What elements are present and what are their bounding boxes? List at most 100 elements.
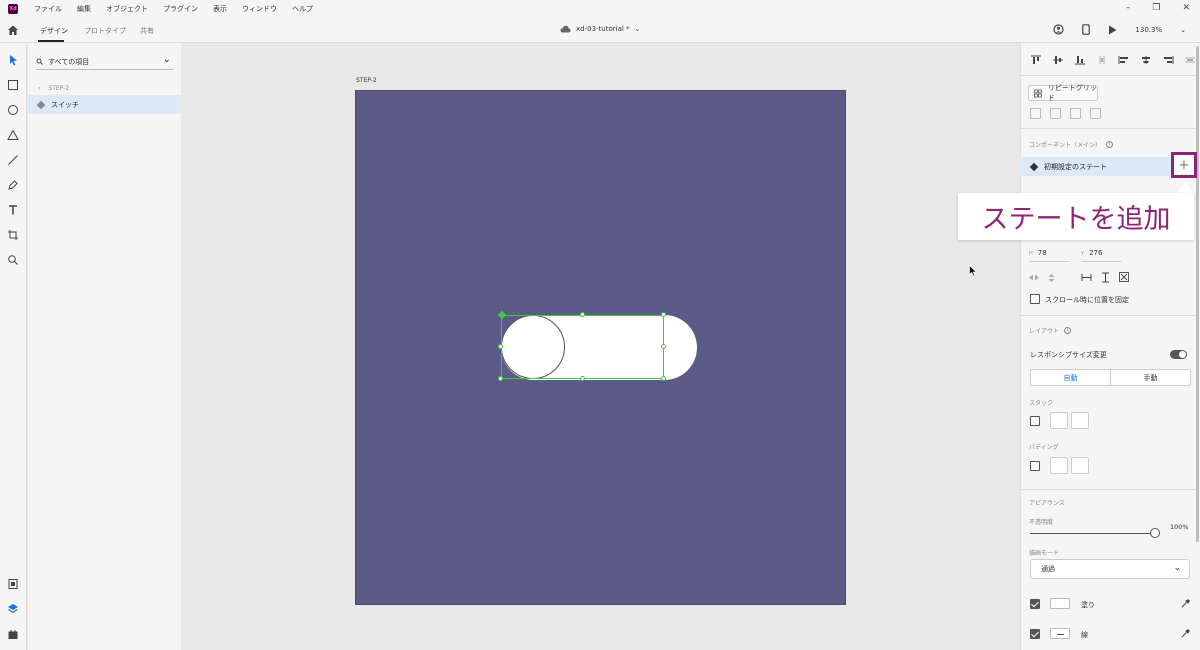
fix-height-icon[interactable] (1101, 272, 1110, 283)
menu-view[interactable]: 表示 (213, 4, 227, 14)
back-chevron-icon[interactable]: ‹ (38, 85, 40, 92)
border-checkbox[interactable] (1030, 629, 1040, 639)
layer-item-switch[interactable]: スイッチ (28, 95, 181, 114)
plugins-icon[interactable] (7, 628, 19, 640)
blend-mode-select[interactable]: 通過 ⌄ (1030, 559, 1190, 579)
add-state-button[interactable]: + (1171, 152, 1197, 178)
menu-file[interactable]: ファイル (34, 4, 62, 14)
resize-manual-button[interactable]: 手動 (1111, 370, 1190, 385)
stack-checkbox[interactable] (1030, 416, 1040, 426)
y-label: Y (1081, 251, 1085, 257)
minimize-icon[interactable]: – (1126, 3, 1131, 13)
fill-label: 塗り (1081, 601, 1095, 609)
search-icon (36, 58, 43, 65)
restore-icon[interactable]: ❐ (1152, 3, 1160, 13)
breadcrumb[interactable]: ‹ STEP-2 (38, 85, 69, 92)
y-field[interactable]: Y 276 (1081, 249, 1102, 257)
line-tool-icon[interactable] (7, 154, 19, 166)
resize-handle-bottom-right[interactable] (661, 376, 666, 381)
resize-handle-bottom-left[interactable] (498, 376, 503, 381)
resize-handle-top[interactable] (580, 312, 585, 317)
menu-help[interactable]: ヘルプ (292, 4, 313, 14)
fill-checkbox[interactable] (1030, 599, 1040, 609)
zoom-level[interactable]: 130.3% (1135, 26, 1162, 34)
align-center-icon[interactable] (1140, 55, 1152, 65)
select-tool-icon[interactable] (7, 54, 19, 66)
pen-tool-icon[interactable] (7, 179, 19, 191)
assets-icon[interactable] (7, 578, 19, 590)
border-swatch[interactable] (1050, 628, 1070, 639)
boolean-intersect-icon[interactable] (1070, 108, 1081, 119)
y-value: 276 (1089, 249, 1103, 257)
resize-handle-right[interactable] (661, 344, 666, 349)
eyedropper-icon[interactable] (1181, 629, 1190, 638)
flip-horizontal-icon[interactable] (1028, 273, 1040, 282)
resize-handle-left[interactable] (498, 344, 503, 349)
component-section-title: コンポーネント（メイン） i (1029, 140, 1114, 149)
fix-on-scroll-checkbox[interactable] (1030, 294, 1040, 304)
ellipse-tool-icon[interactable] (7, 104, 19, 116)
user-icon[interactable] (1053, 24, 1065, 35)
resize-mode-segmented: 自動 手動 (1030, 369, 1191, 386)
align-top-icon[interactable] (1030, 55, 1042, 65)
align-bottom-icon[interactable] (1074, 55, 1086, 65)
stack-horizontal-icon[interactable] (1071, 412, 1089, 429)
artboard-tool-icon[interactable] (7, 229, 19, 241)
filter-chevron-icon[interactable]: ⌄ (163, 54, 171, 65)
boolean-add-icon[interactable] (1030, 108, 1041, 119)
tab-prototype[interactable]: プロトタイプ (84, 26, 126, 36)
play-icon[interactable] (1108, 25, 1117, 35)
menu-object[interactable]: オブジェクト (106, 4, 148, 14)
resize-handle-bottom[interactable] (580, 376, 585, 381)
responsive-resize-toggle[interactable] (1170, 350, 1187, 359)
boolean-exclude-icon[interactable] (1090, 108, 1101, 119)
stack-vertical-icon[interactable] (1050, 412, 1068, 429)
info-icon[interactable]: i (1064, 327, 1072, 334)
padding-uniform-icon[interactable] (1050, 457, 1068, 474)
state-item-default[interactable]: 初期設定のステート (1020, 157, 1172, 176)
padding-individual-icon[interactable] (1071, 457, 1089, 474)
opacity-value[interactable]: 100% (1170, 523, 1189, 531)
search-input[interactable]: すべての項目 (48, 57, 89, 67)
text-tool-icon[interactable] (7, 204, 19, 216)
blend-mode-label: 描画モード (1029, 550, 1060, 557)
padding-checkbox[interactable] (1030, 461, 1040, 471)
align-middle-icon[interactable] (1052, 55, 1064, 65)
fill-swatch[interactable] (1050, 598, 1070, 609)
tab-share[interactable]: 共有 (140, 26, 154, 36)
opacity-slider-knob[interactable] (1150, 528, 1160, 538)
distribute-vertical-icon[interactable] (1096, 55, 1108, 65)
menu-window[interactable]: ウィンドウ (242, 4, 277, 14)
repeat-grid-button[interactable]: リピートグリッド (1028, 84, 1098, 102)
height-field[interactable]: H 78 (1029, 249, 1047, 257)
artboard-label[interactable]: STEP-2 (356, 77, 377, 84)
fix-position-icon[interactable] (1119, 272, 1129, 282)
align-right-icon[interactable] (1162, 55, 1174, 65)
mobile-preview-icon[interactable] (1082, 24, 1091, 35)
align-left-icon[interactable] (1118, 55, 1130, 65)
rectangle-tool-icon[interactable] (7, 79, 19, 91)
opacity-slider-track[interactable] (1030, 533, 1150, 534)
distribute-horizontal-icon[interactable] (1184, 55, 1196, 65)
menu-edit[interactable]: 編集 (77, 4, 91, 14)
resize-auto-button[interactable]: 自動 (1031, 370, 1111, 385)
layer-search[interactable]: すべての項目 ⌄ (36, 54, 173, 70)
fix-width-icon[interactable] (1081, 273, 1092, 282)
zoom-tool-icon[interactable] (7, 254, 19, 266)
close-icon[interactable]: ✕ (1182, 3, 1190, 13)
polygon-tool-icon[interactable] (7, 129, 19, 141)
resize-handle-top-right[interactable] (661, 312, 666, 317)
inspector-scrollbar[interactable] (1196, 46, 1199, 542)
tab-design[interactable]: デザイン (40, 26, 68, 36)
opacity-label: 不透明度 (1029, 519, 1054, 526)
zoom-chevron-icon[interactable]: ⌄ (1180, 26, 1186, 34)
layers-icon[interactable] (7, 603, 19, 615)
layout-section-title: レイアウト i (1029, 326, 1072, 335)
menu-plugins[interactable]: プラグイン (163, 4, 198, 14)
flip-vertical-icon[interactable] (1047, 273, 1056, 283)
info-icon[interactable]: i (1106, 141, 1114, 148)
boolean-subtract-icon[interactable] (1050, 108, 1061, 119)
document-title[interactable]: xd-03-tutorial * ⌄ (560, 25, 640, 33)
eyedropper-icon[interactable] (1181, 599, 1190, 608)
home-icon[interactable] (7, 24, 19, 36)
